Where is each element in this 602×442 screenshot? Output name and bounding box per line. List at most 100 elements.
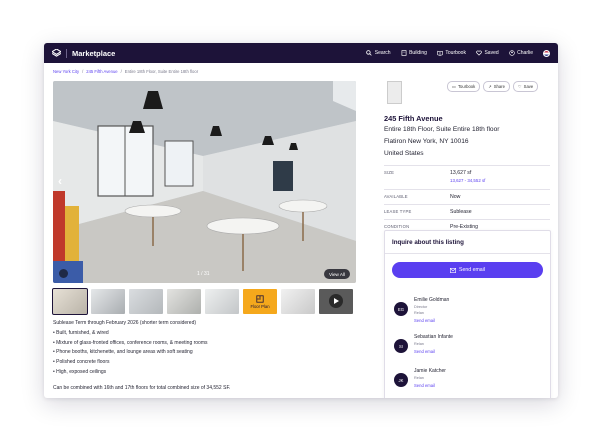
breadcrumb-separator: / [120, 69, 122, 74]
contact-send-email-link[interactable]: Send email [414, 383, 446, 388]
contact-name: Jamie Katcher [414, 368, 446, 374]
contact-name: Sebastian Infante [414, 334, 453, 340]
fact-label: SIZE [384, 169, 395, 175]
floor-plan-thumbnail[interactable]: Floor Plan [243, 289, 277, 314]
search-icon [366, 50, 372, 56]
share-button[interactable]: ↗ Share [483, 81, 510, 92]
brand-divider [66, 48, 67, 58]
logo-icon [52, 49, 61, 57]
share-icon: ↗ [488, 84, 492, 89]
nav-building-label: Building [409, 50, 427, 56]
video-thumbnail[interactable] [319, 289, 353, 314]
thumbnail[interactable] [52, 288, 88, 315]
fact-label: AVAILABLE [384, 193, 408, 199]
description-bullet: • Polished concrete floors [53, 359, 110, 366]
thumbnail[interactable] [91, 289, 125, 314]
inquire-panel: Inquire about this listing Send email EG… [384, 230, 551, 398]
size-value: 13,627 sf [450, 169, 472, 176]
share-button-label: Share [493, 84, 505, 89]
avatar: EG [394, 302, 408, 316]
nav-tourbook-label: Tourbook [445, 50, 466, 56]
listing-suite: Entire 18th Floor, Suite Entire 18th flo… [384, 126, 500, 133]
prev-photo-button[interactable]: ‹ [58, 174, 62, 188]
save-button-label: Save [523, 84, 534, 89]
camera-icon[interactable] [59, 269, 68, 278]
listing-facts: SIZE 13,627 sf 13,627 - 34,552 sf AVAILA… [384, 165, 550, 234]
fact-row-available: AVAILABLE Now [384, 189, 550, 204]
hero-photo[interactable]: ‹ › 1 / 31 View All [53, 81, 356, 283]
breadcrumb-city[interactable]: New York City [53, 69, 79, 74]
thumbnail[interactable] [281, 289, 315, 314]
play-icon[interactable] [329, 294, 343, 308]
user-icon [508, 50, 515, 56]
nav-tourbook[interactable]: Tourbook [437, 50, 466, 56]
brand[interactable]: Marketplace [52, 48, 116, 58]
listing-actions: ▭ Tourbook ↗ Share ♡ Save [447, 81, 539, 92]
book-icon [437, 50, 443, 56]
fact-value: Now [450, 193, 461, 200]
thumbnail[interactable] [167, 289, 201, 314]
tourbook-button[interactable]: ▭ Tourbook [447, 81, 481, 92]
contact-role: Director [414, 305, 428, 309]
floor-plan-label: Floor Plan [250, 303, 270, 309]
page-card: Marketplace Search Building Tourbook Sav… [44, 43, 558, 398]
view-all-button[interactable]: View All [323, 269, 350, 279]
book-icon: ▭ [452, 84, 456, 89]
send-email-label: Send email [459, 267, 485, 273]
inquire-title: Inquire about this listing [392, 239, 464, 246]
listing-description: Sublease Term through February 2026 (sho… [53, 319, 353, 394]
breadcrumb-separator: / [82, 69, 84, 74]
heart-icon [476, 50, 482, 56]
fact-value: 13,627 sf 13,627 - 34,552 sf [450, 170, 485, 186]
inquire-divider [385, 253, 550, 254]
listing-title: 245 Fifth Avenue [384, 114, 443, 123]
contact-company: Relan [414, 342, 424, 346]
contact-name: Emilie Goldman [414, 297, 450, 303]
mail-icon [450, 267, 457, 273]
contact-card: SI Sebastian Infante Relan Send email [394, 334, 453, 354]
contact-card: JK Jamie Katcher Relan Send email [394, 368, 446, 388]
contact-card: EG Emilie Goldman Director Relan Send em… [394, 297, 449, 323]
contact-company: Relan [414, 376, 424, 380]
thumbnail[interactable] [129, 289, 163, 314]
building-thumbnail [387, 81, 402, 104]
office-photo [53, 81, 356, 283]
breadcrumb-current: Entire 18th Floor, Suite Entire 18th flo… [124, 69, 199, 74]
heart-icon: ♡ [517, 84, 522, 89]
brand-label: Marketplace [72, 48, 116, 58]
thumbnail[interactable] [205, 289, 239, 314]
fact-value: Sublease [450, 208, 472, 215]
nav-saved[interactable]: Saved [476, 50, 499, 56]
fact-row-lease-type: LEASE TYPE Sublease [384, 204, 550, 219]
description-bullet: • High, exposed ceilings [53, 368, 107, 375]
fact-row-size: SIZE 13,627 sf 13,627 - 34,552 sf [384, 165, 550, 189]
floor-plan-icon [256, 294, 264, 303]
description-bullet: • Phone booths, kitchenette, and lounge … [53, 349, 193, 356]
contact-send-email-link[interactable]: Send email [414, 349, 453, 354]
save-button[interactable]: ♡ Save [512, 81, 539, 92]
nav-search[interactable]: Search [366, 50, 391, 56]
photo-counter: 1 / 31 [197, 271, 210, 277]
description-bullet: • Mixture of glass-fronted offices, conf… [53, 339, 208, 346]
thumbnail-strip: Floor Plan [52, 288, 353, 315]
description-intro: Sublease Term through February 2026 (sho… [53, 320, 197, 326]
nav-building[interactable]: Building [401, 50, 427, 56]
listing-country: United States [384, 150, 424, 157]
description-bullet: • Built, furnished, & wired [53, 329, 109, 336]
description-footer: Can be combined with 16th and 17th floor… [53, 384, 231, 391]
contact-send-email-link[interactable]: Send email [414, 318, 449, 323]
nav-user[interactable]: Charlie [508, 50, 533, 56]
size-range-link[interactable]: 13,627 - 34,552 sf [450, 178, 485, 183]
avatar: SI [394, 339, 408, 353]
fact-label: LEASE TYPE [384, 208, 412, 214]
nav-search-label: Search [374, 50, 391, 56]
nav-user-label: Charlie [517, 50, 533, 56]
nav-saved-label: Saved [484, 50, 499, 56]
top-nav: Marketplace Search Building Tourbook Sav… [44, 43, 558, 63]
send-email-button[interactable]: Send email [392, 262, 543, 278]
tourbook-button-label: Tourbook [457, 84, 476, 89]
breadcrumb-building[interactable]: 245 Fifth Avenue [86, 69, 117, 74]
language-flag-icon[interactable] [543, 49, 550, 57]
breadcrumb: New York City / 245 Fifth Avenue / Entir… [53, 69, 198, 74]
listing-location: Flatiron New York, NY 10016 [384, 138, 469, 145]
